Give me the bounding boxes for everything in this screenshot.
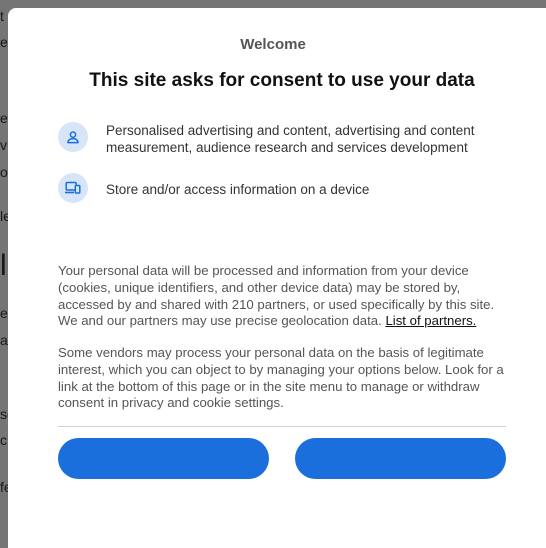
- purpose-item: Store and/or access information on a dev…: [58, 173, 508, 203]
- list-of-partners-link[interactable]: List of partners.: [385, 313, 476, 328]
- consent-option-button-left[interactable]: [58, 438, 269, 479]
- purpose-item: Personalised advertising and content, ad…: [58, 122, 508, 162]
- purpose-text: Store and/or access information on a dev…: [106, 182, 370, 197]
- welcome-heading: Welcome: [240, 36, 306, 53]
- consent-paragraph: Your personal data will be processed and…: [58, 263, 508, 330]
- purpose-text: Personalised advertising and content, ad…: [106, 123, 475, 155]
- person-icon: [58, 122, 88, 152]
- devices-icon: [58, 173, 88, 203]
- divider: [58, 426, 506, 427]
- legitimate-interest-paragraph: Some vendors may process your personal d…: [58, 345, 504, 411]
- consent-headline: This site asks for consent to use your d…: [89, 70, 475, 91]
- consent-option-button-right[interactable]: [295, 438, 506, 479]
